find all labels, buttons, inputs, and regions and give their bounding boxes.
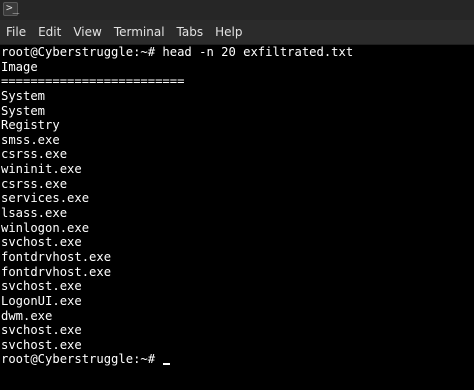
- output-line: System: [1, 88, 46, 103]
- menu-file[interactable]: File: [0, 20, 32, 45]
- output-line: =========================: [1, 74, 185, 89]
- prompt-line[interactable]: root@Cyberstruggle:~#: [1, 352, 353, 367]
- output-line: fontdrvhost.exe: [1, 249, 112, 264]
- output-line: lsass.exe: [1, 206, 68, 221]
- menu-edit[interactable]: Edit: [32, 20, 67, 45]
- output-line: LogonUI.exe: [1, 293, 82, 308]
- output-line: fontdrvhost.exe: [1, 264, 112, 279]
- menu-tabs[interactable]: Tabs: [171, 20, 210, 45]
- output-line: smss.exe: [1, 132, 60, 147]
- output-line: csrss.exe: [1, 176, 68, 191]
- output-line: winlogon.exe: [1, 220, 90, 235]
- output-line: svchost.exe: [1, 279, 82, 294]
- output-line: svchost.exe: [1, 323, 82, 338]
- output-line: svchost.exe: [1, 235, 82, 250]
- menu-bar: File Edit View Terminal Tabs Help: [0, 20, 474, 45]
- output-line: services.exe: [1, 191, 90, 206]
- shell-prompt: root@Cyberstruggle:~#: [1, 352, 163, 367]
- terminal-icon-glyph: >_: [6, 1, 20, 14]
- output-line: System: [1, 103, 46, 118]
- output-line: wininit.exe: [1, 162, 82, 177]
- command-line: root@Cyberstruggle:~# head -n 20 exfiltr…: [1, 45, 354, 59]
- terminal-icon: >_: [3, 1, 20, 16]
- menu-terminal[interactable]: Terminal: [108, 20, 171, 45]
- terminal-lines: root@Cyberstruggle:~# head -n 20 exfiltr…: [1, 45, 353, 367]
- output-line: csrss.exe: [1, 147, 68, 162]
- menu-view[interactable]: View: [67, 20, 107, 45]
- output-line: svchost.exe: [1, 337, 82, 352]
- terminal-output-area[interactable]: root@Cyberstruggle:~# head -n 20 exfiltr…: [0, 45, 474, 390]
- output-line: dwm.exe: [1, 308, 53, 323]
- text-cursor: [163, 363, 171, 366]
- menu-help[interactable]: Help: [209, 20, 248, 45]
- output-line: Image: [1, 59, 38, 74]
- output-line: Registry: [1, 118, 60, 133]
- title-bar: >_: [0, 0, 474, 21]
